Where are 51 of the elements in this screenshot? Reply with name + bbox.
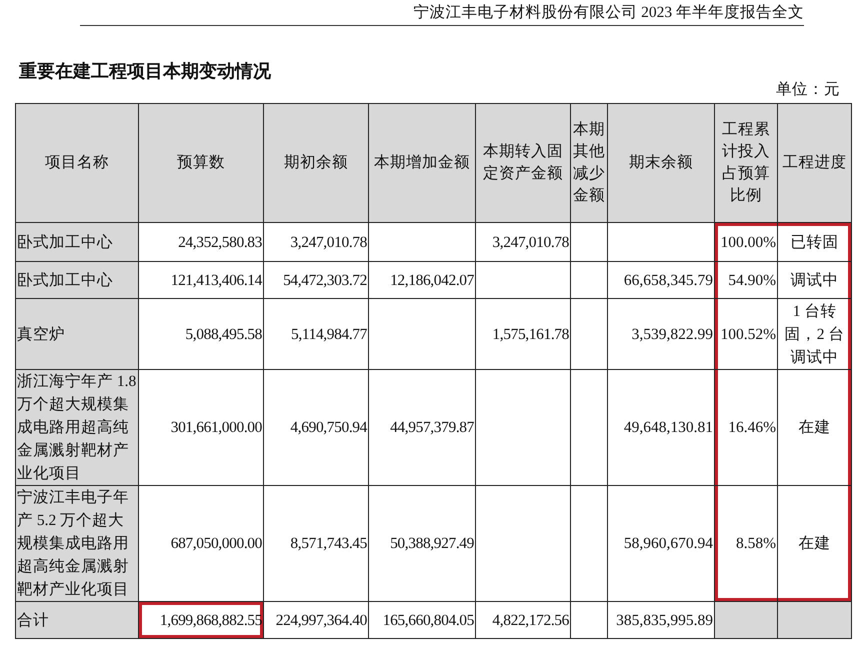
table-cell: 224,997,364.40 <box>264 602 368 638</box>
table-cell: 4,690,750.94 <box>264 370 368 486</box>
section-title: 重要在建工程项目本期变动情况 <box>19 60 272 82</box>
table-cell: 8.58% <box>714 486 778 602</box>
table-cell: 在建 <box>778 370 852 486</box>
column-header: 期初余额 <box>264 104 368 222</box>
column-header: 本期转入固定资产金额 <box>476 104 570 222</box>
column-header: 本期其他减少金额 <box>570 104 608 222</box>
table-cell: 49,648,130.81 <box>608 370 714 486</box>
row-label: 真空炉 <box>16 298 138 370</box>
table-cell: 调试中 <box>778 262 852 298</box>
table-cell: 301,661,000.00 <box>138 370 264 486</box>
table-cell: 54,472,303.72 <box>264 262 368 298</box>
table-cell: 66,658,345.79 <box>608 262 714 298</box>
table-cell: 5,088,495.58 <box>138 298 264 370</box>
row-label: 卧式加工中心 <box>16 262 138 298</box>
table-cell: 44,957,379.87 <box>368 370 476 486</box>
table-cell: 100.52% <box>714 298 778 370</box>
table-cell: 12,186,042.07 <box>368 262 476 298</box>
table-cell: 100.00% <box>714 222 778 262</box>
table-cell: 3,539,822.99 <box>608 298 714 370</box>
table-cell: 121,413,406.14 <box>138 262 264 298</box>
table-cell: 1,575,161.78 <box>476 298 570 370</box>
column-header: 工程进度 <box>778 104 852 222</box>
table-cell: 687,050,000.00 <box>138 486 264 602</box>
table-cell: 4,822,172.56 <box>476 602 570 638</box>
table-cell: 385,835,995.89 <box>608 602 714 638</box>
table-cell: 5,114,984.77 <box>264 298 368 370</box>
table-cell: 50,388,927.49 <box>368 486 476 602</box>
table-cell: 24,352,580.83 <box>138 222 264 262</box>
column-header: 工程累计投入占预算比例 <box>714 104 778 222</box>
table-cell: 165,660,804.05 <box>368 602 476 638</box>
row-label: 合计 <box>16 602 138 638</box>
table-cell: 在建 <box>778 486 852 602</box>
table-cell: 54.90% <box>714 262 778 298</box>
column-header: 项目名称 <box>16 104 138 222</box>
table-cell: 16.46% <box>714 370 778 486</box>
row-label: 宁波江丰电子年产 5.2 万个超大规模集成电路用超高纯金属溅射靶材产业化项目 <box>16 486 138 602</box>
row-label: 卧式加工中心 <box>16 222 138 262</box>
column-header: 预算数 <box>138 104 264 222</box>
column-header: 本期增加金额 <box>368 104 476 222</box>
table-cell: 3,247,010.78 <box>476 222 570 262</box>
table-cell: 1 台转固，2 台调试中 <box>778 298 852 370</box>
table-cell: 3,247,010.78 <box>264 222 368 262</box>
table-cell: 已转固 <box>778 222 852 262</box>
row-label: 浙江海宁年产 1.8 万个超大规模集成电路用超高纯金属溅射靶材产业化项目 <box>16 370 138 486</box>
unit-label: 单位：元 <box>776 80 840 100</box>
column-header: 期末余额 <box>608 104 714 222</box>
page-header: 宁波江丰电子材料股份有限公司 2023 年半年度报告全文 <box>413 3 804 23</box>
table-cell: 8,571,743.45 <box>264 486 368 602</box>
table-cell: 58,960,670.94 <box>608 486 714 602</box>
